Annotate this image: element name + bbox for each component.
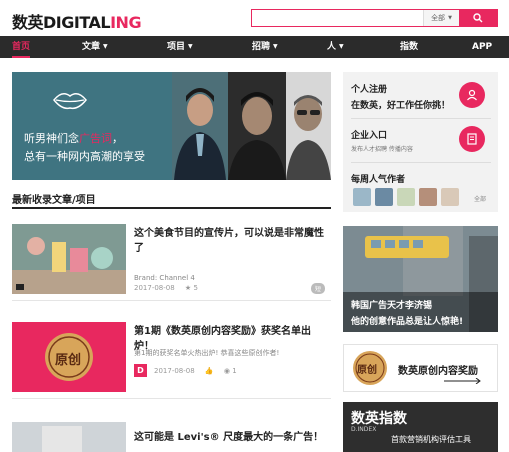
section-divider: [12, 207, 331, 209]
logo-cn-text: 数英: [12, 13, 44, 32]
article-meta: 2017-08-08 ★ 5: [134, 284, 198, 292]
avatar[interactable]: [375, 188, 393, 206]
list-item[interactable]: 这可能是 Levi's® 尺度最大的一条广告！: [12, 422, 331, 452]
search-scope-dropdown[interactable]: 全部 ▼: [423, 10, 459, 26]
article-date: 2017-08-08: [134, 284, 175, 292]
author-avatar[interactable]: D: [134, 364, 147, 377]
banner-headline-line2: 总有一种网内高潮的享受: [24, 150, 145, 163]
article-thumbnail[interactable]: [12, 224, 126, 294]
article-title[interactable]: 这个美食节目的宣传片，可以说是非常魔性了: [134, 226, 324, 256]
article-likes: 1: [232, 367, 237, 375]
portrait-1: [172, 72, 228, 180]
nav-item-people[interactable]: 人 ▼: [327, 36, 344, 58]
list-item[interactable]: 原创 第1期《数英原创内容奖励》获奖名单出炉！ 第1期的获奖名单火热出炉! 恭喜…: [12, 322, 331, 400]
search-bar: 全部 ▼: [251, 9, 498, 27]
ad-feature-line2: 他的创意作品总是让人惊艳!: [351, 317, 464, 327]
document-icon[interactable]: [459, 126, 485, 152]
thumbnail-text: 原创: [55, 353, 82, 368]
sidebar-ad-index[interactable]: 数英指数 D.INDEX 首款营销机构评估工具: [343, 402, 498, 452]
nav-item-home[interactable]: 首页: [12, 36, 31, 58]
portrait-2: [228, 72, 286, 180]
star-icon: ★: [184, 284, 192, 292]
article-divider: [12, 300, 331, 301]
article-date: 2017-08-08: [154, 367, 195, 375]
hero-banner[interactable]: 听男神们念广告词， 总有一种网内高潮的享受: [12, 72, 331, 180]
original-award-text: 数英原创内容奖励: [398, 366, 478, 377]
popular-authors-title: 每周人气作者: [351, 175, 406, 185]
portrait-3: [286, 72, 331, 180]
sidebar-divider: [351, 162, 491, 163]
nav-item-app[interactable]: APP: [472, 36, 492, 58]
search-button[interactable]: [459, 10, 497, 26]
ad-feature-line1: 韩国广告天才李济锡: [351, 301, 433, 311]
article-likes: 5: [193, 284, 198, 292]
eye-icon: ◉: [223, 367, 230, 375]
original-logo-text: 原创: [357, 365, 377, 376]
sidebar-ad-feature[interactable]: 韩国广告天才李济锡 他的创意作品总是让人惊艳!: [343, 226, 498, 332]
list-item[interactable]: 这个美食节目的宣传片，可以说是非常魔性了 Brand: Channel 4 20…: [12, 224, 331, 302]
search-scope-label: 全部: [431, 14, 446, 22]
lips-icon: [53, 93, 87, 110]
article-thumbnail[interactable]: [12, 422, 126, 452]
nav-item-projects[interactable]: 项目 ▼: [167, 36, 193, 58]
sidebar-ad-original[interactable]: 原创 数英原创内容奖励: [343, 344, 498, 392]
index-subtitle: D.INDEX: [351, 426, 377, 433]
banner-headline-line1: 听男神们念广告词，: [24, 132, 123, 145]
search-input[interactable]: [252, 10, 423, 26]
main-nav: 首页 文章 ▼ 项目 ▼ 招聘 ▼ 人 ▼ 指数 APP: [0, 36, 509, 58]
index-description: 首款营销机构评估工具: [391, 435, 471, 444]
site-header: 数英DIGITALING 全部 ▼: [0, 0, 509, 36]
article-brand: Brand: Channel 4: [134, 274, 195, 282]
arrow-right-icon: [444, 378, 481, 384]
avatar[interactable]: [353, 188, 371, 206]
index-title: 数英指数: [351, 411, 407, 427]
article-title[interactable]: 这可能是 Levi's® 尺度最大的一条广告！: [134, 430, 324, 445]
chevron-down-icon: ▼: [273, 43, 278, 50]
chevron-down-icon: ▼: [103, 43, 108, 50]
avatar[interactable]: [419, 188, 437, 206]
avatar[interactable]: [397, 188, 415, 206]
sidebar-divider: [351, 118, 491, 119]
search-icon: [473, 13, 483, 23]
chevron-down-icon: ▼: [448, 15, 452, 21]
article-badge: 短: [310, 283, 325, 294]
chevron-down-icon: ▼: [188, 43, 193, 50]
article-meta: 2017-08-08 👍 ◉ 1: [154, 367, 237, 375]
section-title: 最新收录文章/项目: [12, 195, 96, 206]
nav-item-jobs[interactable]: 招聘 ▼: [252, 36, 278, 58]
all-authors-link[interactable]: 全部: [474, 194, 486, 203]
article-desc: 第1期的获奖名单火热出炉! 恭喜这些原创作者!: [134, 349, 280, 357]
article-divider: [12, 398, 331, 399]
avatar[interactable]: [441, 188, 459, 206]
user-icon[interactable]: [459, 82, 485, 108]
site-logo[interactable]: 数英DIGITALING: [12, 9, 142, 33]
logo-ing-text: ING: [110, 13, 142, 32]
nav-item-articles[interactable]: 文章 ▼: [82, 36, 108, 58]
logo-en-text: DIGITAL: [43, 13, 111, 32]
chevron-down-icon: ▼: [339, 43, 344, 50]
thumb-up-icon: 👍: [204, 367, 214, 375]
nav-item-index[interactable]: 指数: [400, 36, 418, 58]
